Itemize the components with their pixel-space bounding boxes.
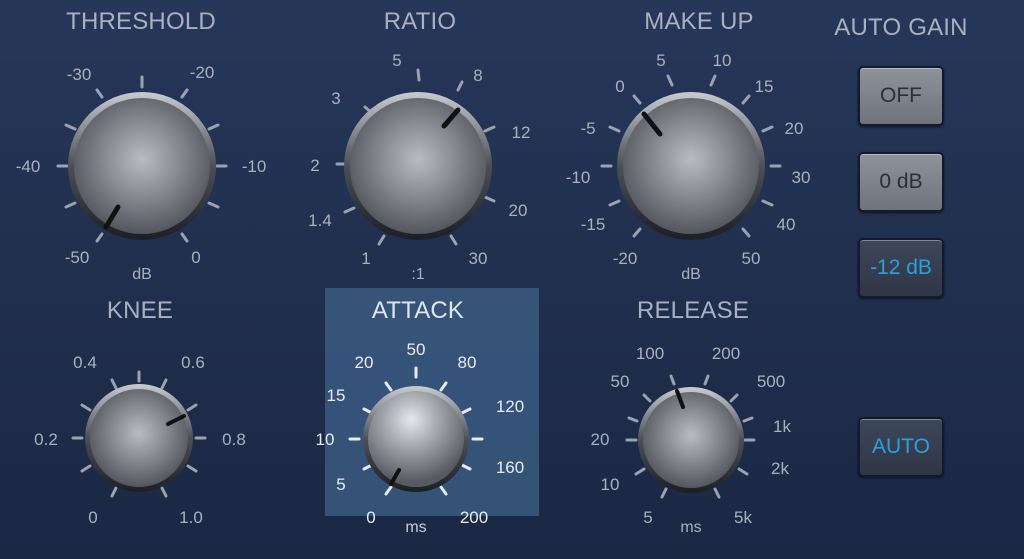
makeup-tick-label: 10 bbox=[713, 51, 732, 70]
threshold-tick-label: -50 bbox=[65, 248, 90, 267]
ratio-knob[interactable] bbox=[335, 68, 496, 246]
makeup-tick-label: 30 bbox=[792, 168, 811, 187]
attack-tick-label: 20 bbox=[355, 353, 374, 372]
makeup-knob[interactable] bbox=[600, 74, 782, 240]
auto-gain-0db-button[interactable]: 0 dB bbox=[858, 152, 944, 212]
attack-unit: ms bbox=[405, 519, 426, 536]
makeup-unit: dB bbox=[681, 266, 701, 283]
threshold-unit: dB bbox=[132, 266, 152, 283]
attack-tick-label: 5 bbox=[336, 475, 345, 494]
ratio-tick-label: 8 bbox=[473, 66, 482, 85]
attack-tick-label: 80 bbox=[458, 353, 477, 372]
threshold-tick-label: 0 bbox=[191, 248, 200, 267]
makeup-tick-label: -20 bbox=[613, 249, 638, 268]
ratio-tick-label: 1.4 bbox=[308, 211, 332, 230]
makeup-tick-label: 40 bbox=[777, 215, 796, 234]
attack-tick-label: 15 bbox=[327, 386, 346, 405]
release-tick-label: 500 bbox=[757, 372, 785, 391]
threshold-tick-label: -30 bbox=[67, 65, 92, 84]
knee-knob[interactable] bbox=[71, 370, 207, 498]
ratio-tick-label: 20 bbox=[509, 201, 528, 220]
auto-gain-minus12db-button[interactable]: -12 dB bbox=[858, 238, 944, 298]
ratio-tick-label: 30 bbox=[469, 249, 488, 268]
attack-tick-label: 200 bbox=[460, 508, 488, 527]
release-unit: ms bbox=[680, 519, 701, 536]
knee-tick-label: 0.4 bbox=[73, 353, 97, 372]
release-tick-label: 5 bbox=[643, 508, 652, 527]
release-tick-label: 100 bbox=[636, 344, 664, 363]
ratio-tick-label: 3 bbox=[331, 89, 340, 108]
auto-button[interactable]: AUTO bbox=[858, 417, 944, 477]
attack-tick-label: 50 bbox=[407, 340, 426, 359]
release-tick-label: 10 bbox=[601, 475, 620, 494]
attack-tick-label: 120 bbox=[496, 397, 524, 416]
attack-tick-label: 160 bbox=[496, 458, 524, 477]
threshold-tick-label: -20 bbox=[190, 63, 215, 82]
makeup-tick-label: 15 bbox=[755, 77, 774, 96]
makeup-tick-label: -10 bbox=[566, 168, 591, 187]
release-tick-label: 2k bbox=[771, 459, 789, 478]
makeup-tick-label: 50 bbox=[742, 249, 761, 268]
release-tick-label: 1k bbox=[773, 417, 791, 436]
release-knob[interactable] bbox=[625, 374, 756, 499]
attack-tick-label: 10 bbox=[316, 430, 335, 449]
ratio-tick-label: 5 bbox=[392, 51, 401, 70]
knee-tick-label: 1.0 bbox=[179, 508, 203, 527]
makeup-tick-label: 0 bbox=[615, 77, 624, 96]
knee-tick-label: 0 bbox=[88, 508, 97, 527]
release-tick-label: 200 bbox=[712, 344, 740, 363]
release-tick-label: 50 bbox=[611, 372, 630, 391]
attack-knob[interactable] bbox=[348, 366, 484, 496]
knee-tick-label: 0.2 bbox=[34, 430, 58, 449]
makeup-tick-label: 5 bbox=[656, 51, 665, 70]
makeup-tick-label: 20 bbox=[785, 119, 804, 138]
threshold-tick-label: -10 bbox=[242, 157, 267, 176]
threshold-knob[interactable] bbox=[56, 75, 228, 243]
makeup-tick-label: -5 bbox=[580, 119, 595, 138]
ratio-tick-label: 2 bbox=[310, 156, 319, 175]
ratio-tick-label: 12 bbox=[512, 123, 531, 142]
knee-tick-label: 0.6 bbox=[181, 353, 205, 372]
makeup-tick-label: -15 bbox=[581, 215, 606, 234]
auto-gain-off-button[interactable]: OFF bbox=[858, 66, 944, 126]
release-tick-label: 20 bbox=[591, 430, 610, 449]
release-tick-label: 5k bbox=[734, 508, 752, 527]
ratio-unit: :1 bbox=[411, 266, 424, 283]
ratio-tick-label: 1 bbox=[361, 249, 370, 268]
threshold-tick-label: -40 bbox=[16, 157, 41, 176]
knee-tick-label: 0.8 bbox=[222, 430, 246, 449]
attack-tick-label: 0 bbox=[366, 508, 375, 527]
